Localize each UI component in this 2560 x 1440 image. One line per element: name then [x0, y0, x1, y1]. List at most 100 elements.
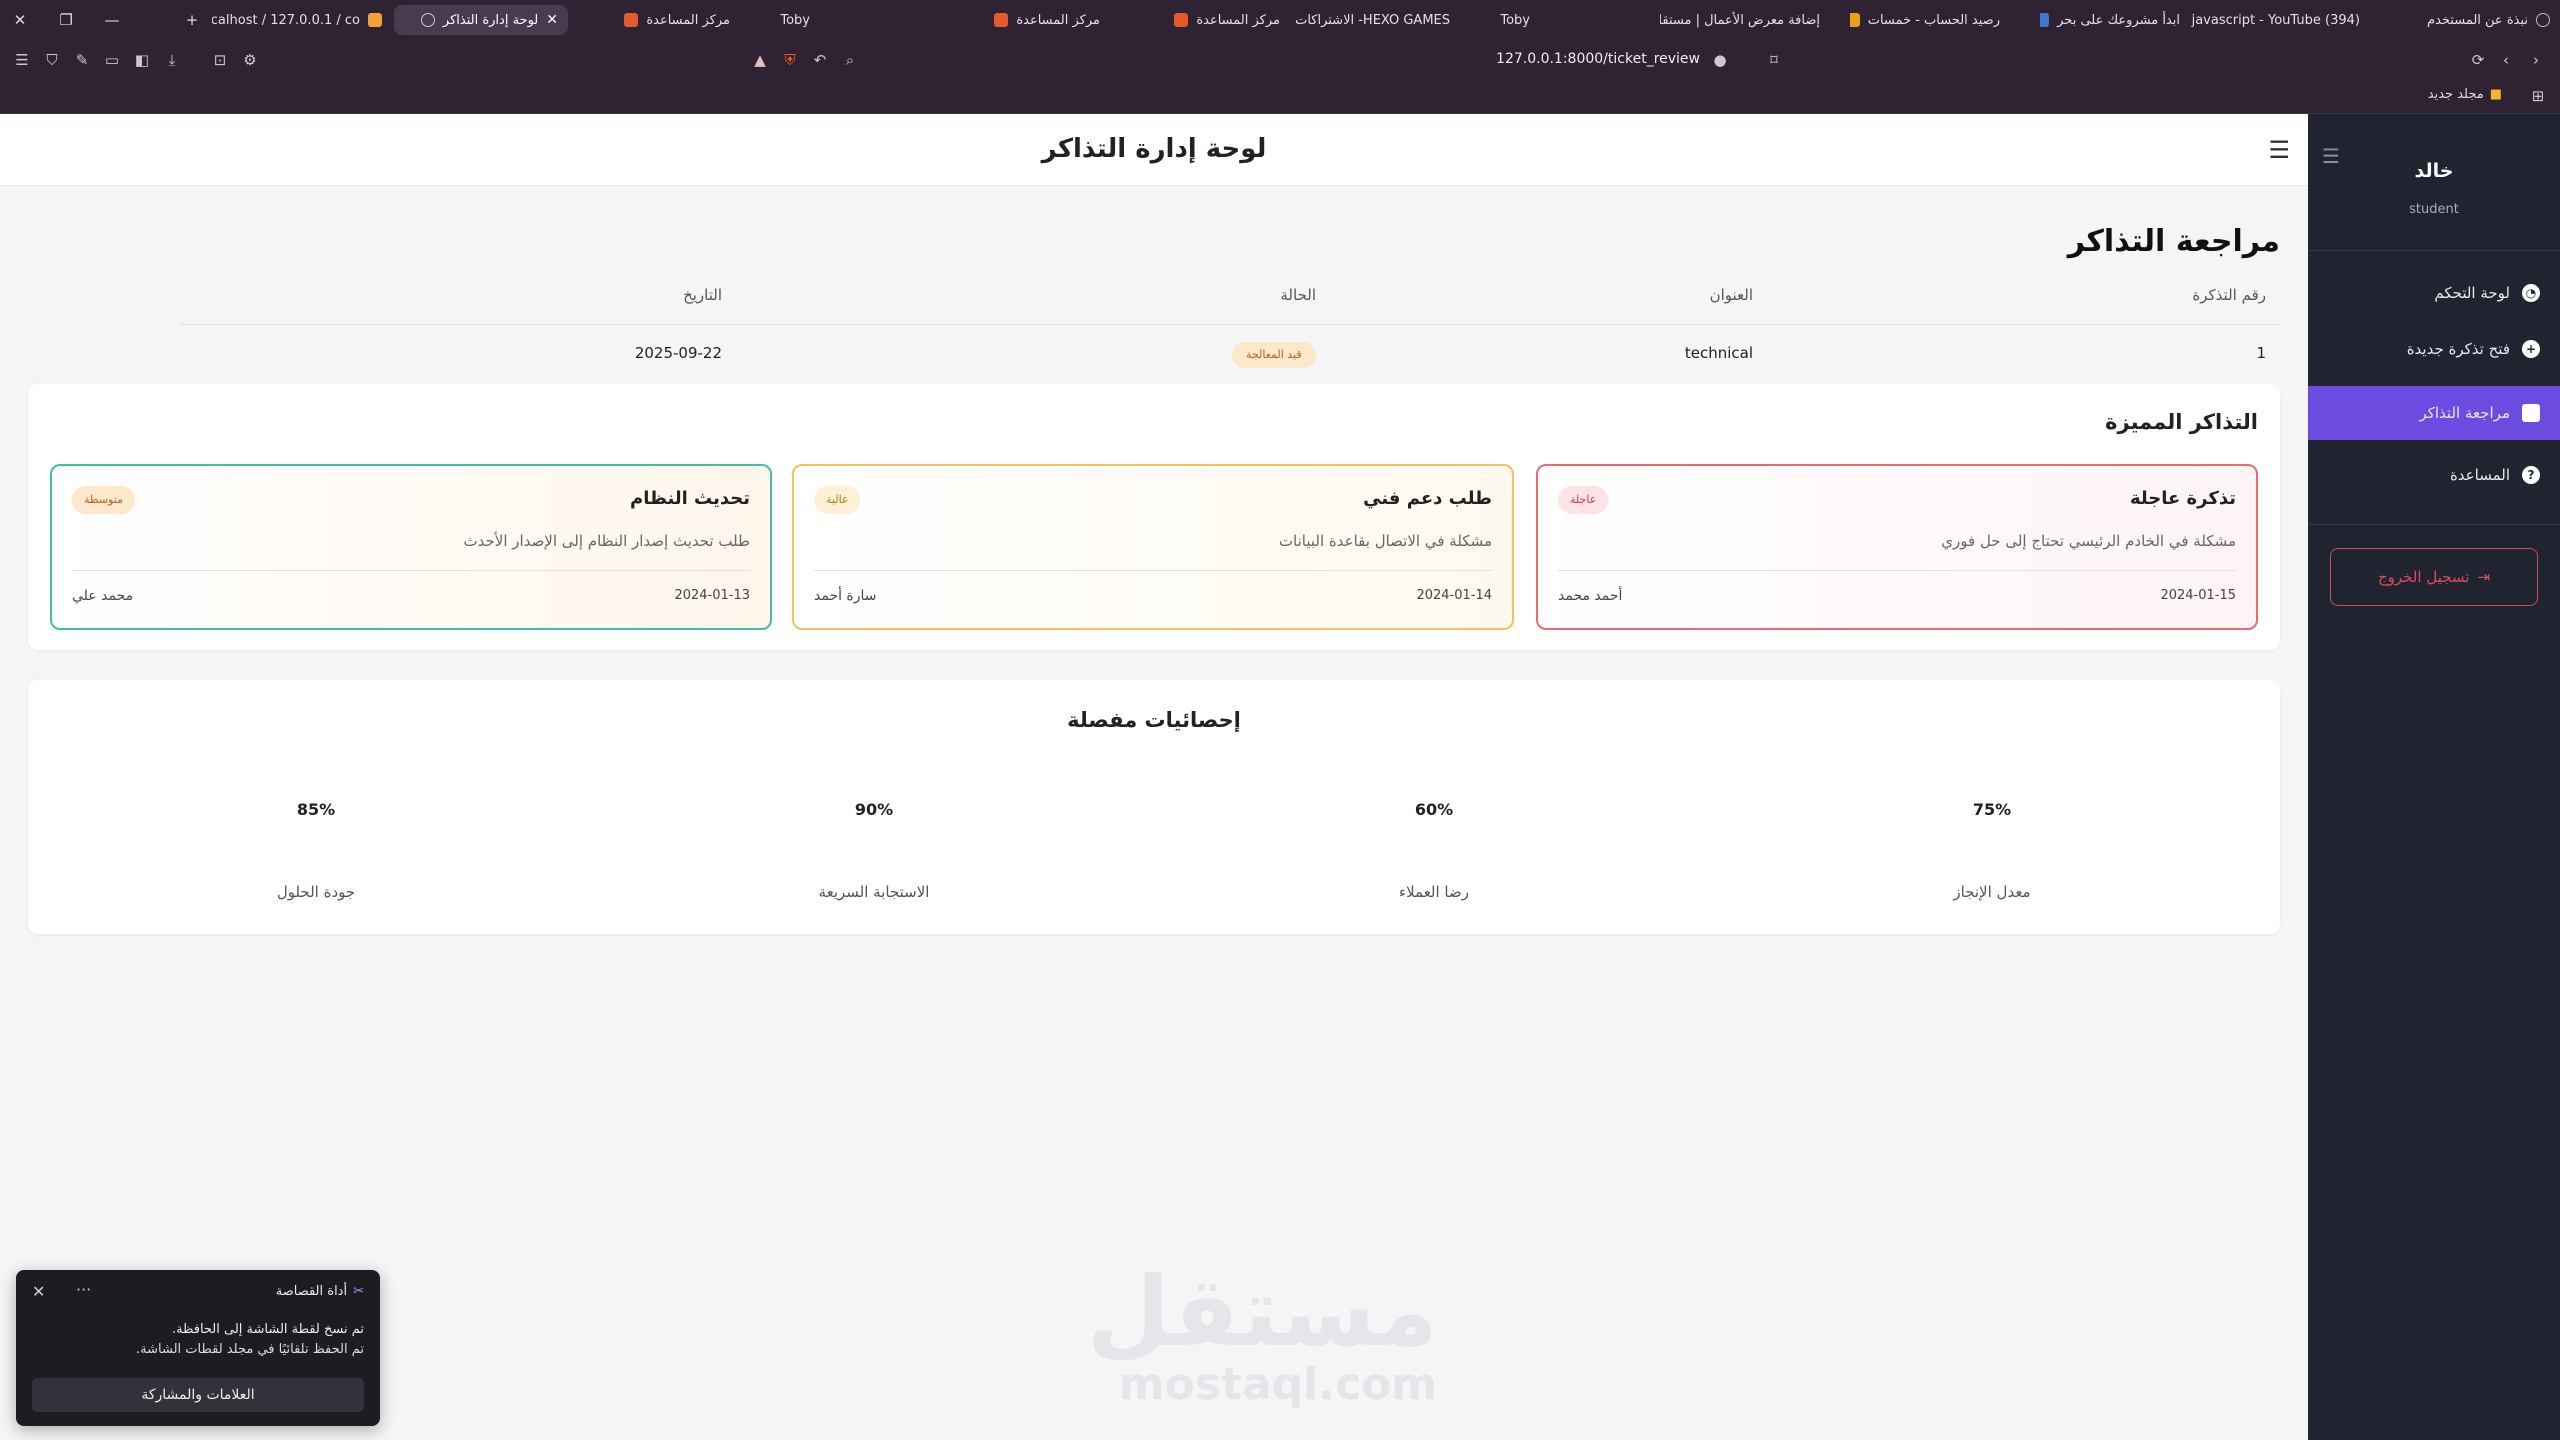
tab-close-icon[interactable]: ✕: [546, 12, 558, 28]
wallet-icon[interactable]: ▭: [100, 48, 124, 72]
globe-icon: [420, 13, 435, 27]
address-bar[interactable]: ▲ ⛨ ↶ ⌕ 127.0.0.1:8000/ticket_review ● ⌑: [740, 44, 1820, 76]
sidebar: ☰ خالد student ◔ لوحة التحكم + فتح تذكرة…: [2308, 114, 2560, 1440]
watermark-arabic: مستقل: [1086, 1256, 1438, 1368]
card-description: مشكلة في الاتصال بقاعدة البيانات: [1278, 532, 1492, 550]
featured-title: التذاكر المميزة: [2105, 410, 2258, 434]
tab-mostaql-portfolio[interactable]: إضافة معرض الأعمال | مستقل: [1660, 5, 1830, 35]
card-title: تحديث النظام: [630, 488, 750, 509]
pin-icon[interactable]: ✎: [70, 48, 94, 72]
khamsat-icon: [1850, 13, 1860, 27]
share-icon[interactable]: ↶: [808, 48, 832, 72]
more-options-icon[interactable]: ···: [76, 1280, 91, 1299]
tab-label: لوحة إدارة التذاكر: [442, 12, 539, 28]
tab-toby-1[interactable]: Toby: [750, 5, 820, 35]
card-description: طلب تحديث إصدار النظام إلى الإصدار الأحد…: [463, 532, 750, 550]
tab-label: نبذة عن المستخدم: [2427, 12, 2528, 28]
tab-help-center-2[interactable]: مركز المساعدة: [990, 5, 1110, 35]
tab-label: رصيد الحساب - خمسات: [1867, 12, 2000, 28]
tab-youtube[interactable]: (394) javascript - YouTube: [2190, 5, 2370, 35]
stat-value: 85%: [296, 800, 336, 819]
sidebar-item-help[interactable]: ? المساعدة: [2308, 448, 2560, 502]
tab-khamsat-balance[interactable]: رصيد الحساب - خمسات: [1850, 5, 2010, 35]
menu-icon[interactable]: ☰: [10, 48, 34, 72]
page-title: لوحة إدارة التذاكر: [1041, 134, 1267, 164]
brave-rewards-icon[interactable]: ▲: [748, 48, 772, 72]
logout-label: تسجيل الخروج: [2377, 568, 2470, 586]
stat-value: 75%: [1972, 800, 2012, 819]
user-name: خالد: [2414, 160, 2454, 182]
card-author: سارة أحمد: [814, 588, 877, 604]
sidebar-toggle-icon[interactable]: ◧: [130, 48, 154, 72]
sidebar-item-label: لوحة التحكم: [2434, 284, 2510, 302]
hamburger-menu-icon[interactable]: ☰: [2268, 136, 2290, 164]
tab-hexo-games[interactable]: HEXO GAMES- الاشتراكات: [1290, 5, 1460, 35]
reload-icon[interactable]: ⟳: [2466, 48, 2490, 72]
tab-label: مركز المساعدة: [646, 12, 730, 28]
shield-icon[interactable]: ⛉: [40, 48, 64, 72]
watermark-latin: mostaql.com: [1118, 1359, 1438, 1410]
close-window-icon[interactable]: ✕: [8, 8, 32, 32]
tab-label: Toby: [1500, 12, 1530, 28]
tab-help-center-1[interactable]: مركز المساعدة: [620, 5, 740, 35]
stat-quality: 85% جودة الحلول: [216, 800, 416, 901]
stat-value: 60%: [1414, 800, 1454, 819]
snipping-tool-icon: ✂: [353, 1284, 364, 1299]
close-icon[interactable]: ✕: [32, 1282, 45, 1301]
tab-bahr[interactable]: ابدأ مشروعك على بحر: [2040, 5, 2190, 35]
sidebar-divider: [2308, 524, 2560, 525]
bookmark-folder[interactable]: ■ مجلد جديد: [2428, 87, 2502, 102]
card-divider: [72, 570, 750, 571]
new-tab-button[interactable]: +: [180, 8, 204, 32]
tab-phpmyadmin[interactable]: localhost / 127.0.0.1 / co: [212, 5, 392, 35]
extension-icon[interactable]: ⚙: [238, 48, 262, 72]
url-text[interactable]: 127.0.0.1:8000/ticket_review: [1496, 51, 1700, 67]
user-role: student: [2409, 202, 2459, 217]
stat-label: الاستجابة السريعة: [818, 883, 930, 901]
minimize-window-icon[interactable]: —: [100, 8, 124, 32]
site-info-icon[interactable]: ●: [1708, 48, 1732, 72]
restore-window-icon[interactable]: ❐: [54, 8, 78, 32]
tab-label: إضافة معرض الأعمال | مستقل: [1660, 12, 1820, 28]
forward-icon[interactable]: ›: [2524, 48, 2548, 72]
brave-icon: [1174, 13, 1189, 27]
tab-user-profile[interactable]: نبذة عن المستخدم: [2410, 5, 2560, 35]
sidebar-item-dashboard[interactable]: ◔ لوحة التحكم: [2308, 266, 2560, 320]
card-author: محمد علي: [72, 588, 134, 604]
tab-ticket-dashboard[interactable]: ✕ لوحة إدارة التذاكر: [394, 5, 568, 35]
tab-icon: [2536, 13, 2550, 27]
priority-badge: عاجلة: [1558, 486, 1609, 514]
apps-grid-icon[interactable]: ⊞: [2526, 84, 2550, 108]
markup-share-button[interactable]: العلامات والمشاركة: [32, 1378, 364, 1412]
stat-response: 90% الاستجابة السريعة: [774, 800, 974, 901]
column-header-status: الحالة: [1280, 286, 1316, 304]
priority-badge: متوسطة: [72, 486, 136, 514]
card-divider: [814, 570, 1492, 571]
bookmarks-bar: ⊞ ■ مجلد جديد: [0, 80, 2560, 114]
card-title: تذكرة عاجلة: [2129, 488, 2236, 509]
logout-button[interactable]: ⇥ تسجيل الخروج: [2330, 548, 2538, 606]
tab-label: localhost / 127.0.0.1 / co: [212, 12, 360, 28]
download-icon[interactable]: ⤓: [160, 48, 184, 72]
stat-label: جودة الحلول: [276, 883, 356, 901]
tab-toby-2[interactable]: Toby: [1470, 5, 1540, 35]
bookmark-icon[interactable]: ⌑: [1762, 48, 1786, 72]
sidebar-item-label: فتح تذكرة جديدة: [2406, 340, 2510, 358]
zoom-icon[interactable]: ⌕: [838, 48, 862, 72]
watermark-logo: مستقل mostaql.com: [1086, 1256, 1438, 1410]
sidebar-item-new-ticket[interactable]: + فتح تذكرة جديدة: [2308, 322, 2560, 376]
featured-tickets-panel: التذاكر المميزة تذكرة عاجلة مشكلة في الخ…: [28, 384, 2280, 650]
brave-shields-icon[interactable]: ⛨: [778, 48, 802, 72]
card-divider: [1558, 570, 2236, 571]
main-content: لوحة إدارة التذاكر ☰ مراجعة التذاكر رقم …: [0, 114, 2308, 1440]
back-icon[interactable]: ‹: [2494, 48, 2518, 72]
ticket-card-support[interactable]: طلب دعم فني مشكلة في الاتصال بقاعدة البي…: [792, 464, 1514, 630]
tab-help-center-3[interactable]: مركز المساعدة: [1170, 5, 1290, 35]
status-badge: قيد المعالجة: [1232, 342, 1316, 368]
ticket-card-update[interactable]: تحديث النظام طلب تحديث إصدار النظام إلى …: [50, 464, 772, 630]
sidebar-item-ticket-review[interactable]: مراجعة التذاكر: [2308, 386, 2560, 440]
screenshot-icon[interactable]: ⊡: [208, 48, 232, 72]
ticket-card-urgent[interactable]: تذكرة عاجلة مشكلة في الخادم الرئيسي تحتا…: [1536, 464, 2258, 630]
toast-message: تم نسخ لقطة الشاشة إلى الحافظة.: [171, 1322, 364, 1337]
stat-label: معدل الإنجاز: [1953, 883, 2031, 901]
